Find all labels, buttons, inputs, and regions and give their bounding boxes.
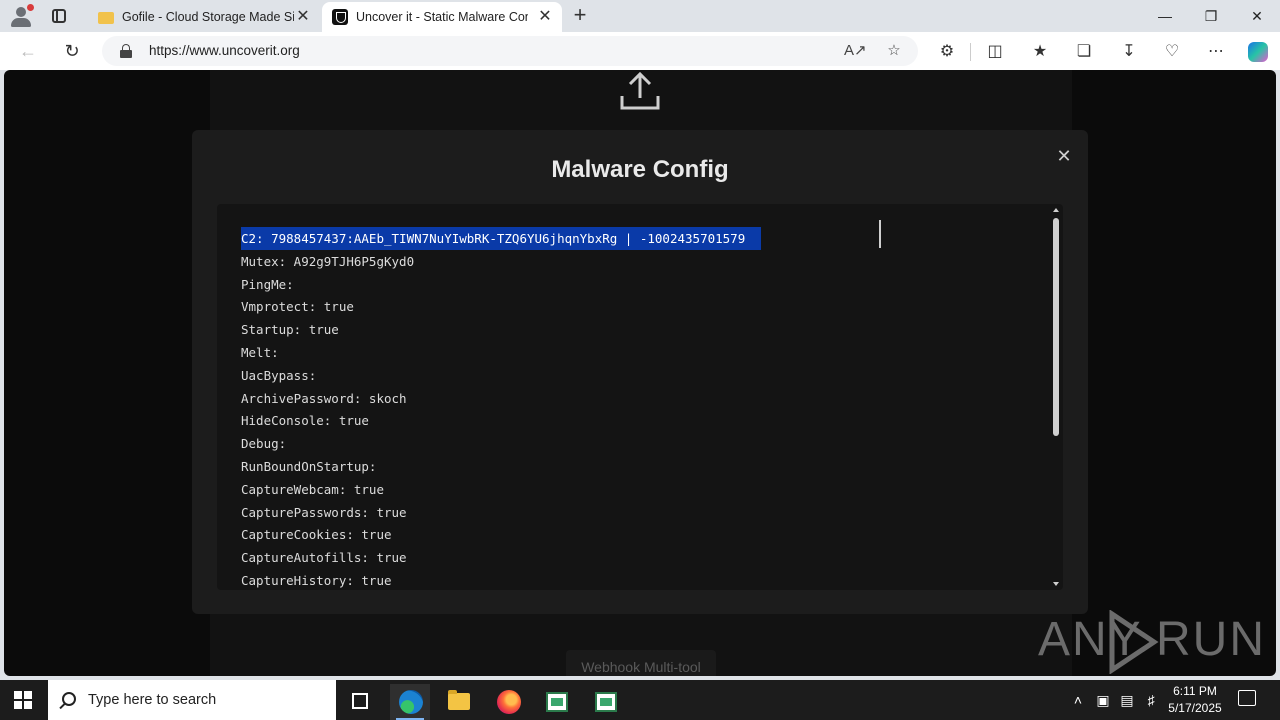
scroll-down-icon[interactable] xyxy=(1053,582,1059,586)
notifications-icon[interactable] xyxy=(1238,690,1256,706)
tray-chevron-up-icon[interactable]: ˄ xyxy=(1068,690,1088,710)
new-tab-icon[interactable]: + xyxy=(568,4,592,28)
app-window-icon[interactable] xyxy=(536,684,576,720)
page-viewport: Webhook Multi-tool Malware Config ✕ C2: … xyxy=(4,70,1276,676)
clock-date: 5/17/2025 xyxy=(1168,701,1222,715)
favorite-star-icon[interactable]: ☆ xyxy=(884,42,904,60)
config-line: Startup: true xyxy=(241,322,339,338)
window-close-icon[interactable]: ✕ xyxy=(1234,0,1280,32)
browser-toolbar: ← ↻ https://www.uncoverit.org A↗ ☆ ⚙ ◫ ★… xyxy=(0,32,1280,70)
tab-actions-icon[interactable] xyxy=(50,7,68,25)
collections-icon[interactable]: ❏ xyxy=(1073,41,1095,63)
profile-icon[interactable] xyxy=(8,4,34,28)
app-window-icon[interactable] xyxy=(585,684,625,720)
config-line: CaptureWebcam: true xyxy=(241,481,384,497)
windows-taskbar: Type here to search ˄ ▣ ▤ ♯ 6:11 PM 5/17… xyxy=(0,680,1280,720)
minimize-icon[interactable]: — xyxy=(1142,0,1188,32)
scroll-thumb[interactable] xyxy=(1053,218,1059,436)
network-icon[interactable]: ▤ xyxy=(1117,690,1137,710)
config-lines: C2: 7988457437:AAEb_TIWN7NuYIwbRK-TZQ6YU… xyxy=(241,227,1041,590)
search-placeholder: Type here to search xyxy=(88,692,217,708)
config-line: HideConsole: true xyxy=(241,413,369,429)
volume-icon[interactable]: ♯ xyxy=(1141,690,1161,710)
split-screen-icon[interactable]: ◫ xyxy=(984,41,1006,63)
modal-close-icon[interactable]: ✕ xyxy=(1054,146,1074,166)
extensions-icon[interactable]: ⚙ xyxy=(936,41,958,63)
taskbar-search[interactable]: Type here to search xyxy=(48,680,336,720)
taskbar-clock[interactable]: 6:11 PM 5/17/2025 xyxy=(1160,683,1230,717)
tab-uncoverit[interactable]: Uncover it - Static Malware Config ✕ xyxy=(322,2,562,32)
upload-icon[interactable] xyxy=(618,70,662,112)
config-text-area[interactable]: C2: 7988457437:AAEb_TIWN7NuYIwbRK-TZQ6YU… xyxy=(217,204,1063,590)
address-bar[interactable]: https://www.uncoverit.org A↗ ☆ xyxy=(102,36,918,66)
config-line: CaptureAutofills: true xyxy=(241,550,407,566)
uncoverit-favicon-icon xyxy=(332,9,348,25)
tray-device-icon[interactable]: ▣ xyxy=(1093,690,1113,710)
config-line: CapturePasswords: true xyxy=(241,504,407,520)
firefox-icon[interactable] xyxy=(488,684,528,720)
scroll-up-icon[interactable] xyxy=(1053,208,1059,212)
windows-start-icon[interactable] xyxy=(14,691,32,709)
browser-tab-bar: Gofile - Cloud Storage Made Simple ✕ Unc… xyxy=(0,0,1280,32)
config-line: RunBoundOnStartup: xyxy=(241,458,377,474)
config-line: ArchivePassword: skoch xyxy=(241,390,407,406)
clock-time: 6:11 PM xyxy=(1173,684,1217,698)
config-line: Melt: xyxy=(241,344,279,360)
refresh-icon[interactable]: ↻ xyxy=(58,38,86,64)
config-line: Mutex: A92g9TJH6P5gKyd0 xyxy=(241,253,415,269)
config-line: CaptureHistory: true xyxy=(241,572,392,588)
config-line: Debug: xyxy=(241,436,287,452)
downloads-icon[interactable]: ↧ xyxy=(1118,41,1140,63)
more-options-icon[interactable]: ⋯ xyxy=(1205,41,1227,63)
lock-icon[interactable] xyxy=(120,44,132,58)
config-line: Vmprotect: true xyxy=(241,299,354,315)
file-explorer-icon[interactable] xyxy=(439,684,479,720)
tab-close-icon[interactable]: ✕ xyxy=(294,8,312,26)
modal-title: Malware Config xyxy=(551,156,729,183)
config-line: CaptureCookies: true xyxy=(241,527,392,543)
restore-icon[interactable]: ❐ xyxy=(1188,0,1234,32)
config-line: PingMe: xyxy=(241,276,294,292)
text-cursor xyxy=(879,220,881,248)
search-icon xyxy=(62,692,76,706)
anyrun-watermark: ANY RUN xyxy=(1038,610,1264,674)
webhook-multitool-button[interactable]: Webhook Multi-tool xyxy=(566,650,716,676)
malware-config-modal: Malware Config ✕ C2: 7988457437:AAEb_TIW… xyxy=(192,130,1088,614)
favorites-icon[interactable]: ★ xyxy=(1029,41,1051,63)
back-arrow-icon[interactable]: ← xyxy=(14,38,42,64)
folder-favicon-icon xyxy=(98,12,114,24)
task-view-icon[interactable] xyxy=(340,684,380,720)
tab-title: Gofile - Cloud Storage Made Simple xyxy=(122,10,294,24)
toolbar-divider xyxy=(970,43,971,61)
config-scrollbar[interactable] xyxy=(1051,208,1061,586)
play-logo-icon xyxy=(1109,610,1159,674)
edge-taskbar-icon[interactable] xyxy=(390,684,430,720)
copilot-icon[interactable] xyxy=(1248,42,1268,62)
tab-close-icon[interactable]: ✕ xyxy=(536,8,554,26)
config-line: UacBypass: xyxy=(241,367,317,383)
config-line-selected[interactable]: C2: 7988457437:AAEb_TIWN7NuYIwbRK-TZQ6YU… xyxy=(241,227,1041,251)
read-aloud-icon[interactable]: A↗ xyxy=(844,42,867,60)
tab-gofile[interactable]: Gofile - Cloud Storage Made Simple ✕ xyxy=(88,2,320,32)
url-text[interactable]: https://www.uncoverit.org xyxy=(149,43,300,58)
browser-essentials-icon[interactable]: ♡ xyxy=(1161,41,1183,63)
tab-title: Uncover it - Static Malware Config xyxy=(356,10,528,24)
